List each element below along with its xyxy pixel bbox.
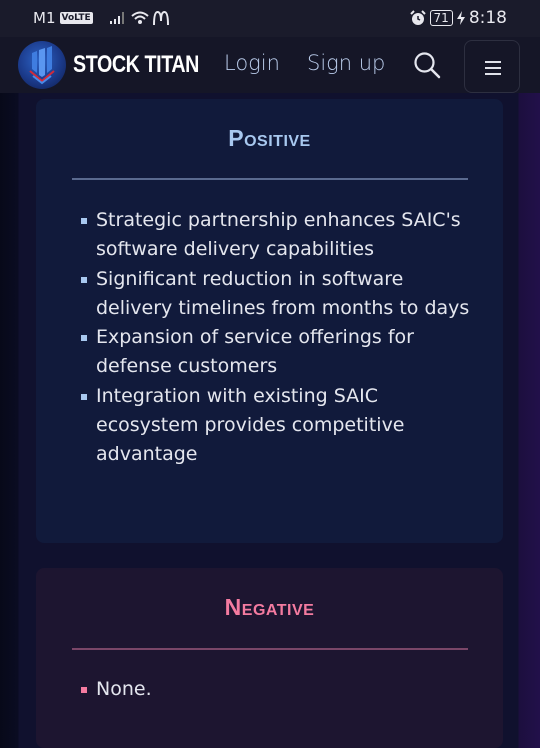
- status-bar-right: 71 8:18: [409, 8, 507, 28]
- list-item-text: Integration with existing SAIC ecosystem…: [96, 384, 405, 466]
- menu-button[interactable]: [464, 40, 520, 93]
- positive-title: Positive: [228, 125, 311, 151]
- positive-divider: [72, 178, 468, 180]
- negative-card: Negative None.: [36, 568, 503, 748]
- list-item: Integration with existing SAIC ecosystem…: [81, 382, 476, 470]
- volte-badge: VoLTE: [59, 12, 93, 24]
- negative-title: Negative: [224, 594, 315, 620]
- square-bullet-icon: [81, 335, 87, 342]
- bolt-icon: [456, 11, 465, 25]
- list-item: Significant reduction in software delive…: [81, 265, 476, 324]
- square-bullet-icon: [81, 687, 87, 693]
- wifi-icon: [131, 11, 149, 24]
- negative-list: None.: [81, 675, 476, 704]
- battery-indicator: 71: [429, 10, 453, 26]
- list-item-text: None.: [96, 678, 152, 700]
- signup-link[interactable]: Sign up: [307, 51, 385, 75]
- brand-name[interactable]: STOCK TITAN: [73, 51, 199, 79]
- carrier-label: M1: [33, 9, 56, 27]
- hamburger-line: [485, 73, 501, 75]
- signal-bars-icon: [109, 12, 124, 24]
- stock-titan-logo[interactable]: [18, 41, 66, 89]
- status-bar-left: M1 VoLTE: [33, 9, 169, 27]
- logo-chart-icon: [29, 46, 55, 85]
- list-item-text: Strategic partnership enhances SAIC's so…: [96, 209, 461, 261]
- search-icon[interactable]: [413, 51, 441, 79]
- mcdonalds-icon: [152, 11, 169, 25]
- square-bullet-icon: [81, 276, 87, 283]
- square-bullet-icon: [81, 218, 87, 224]
- square-bullet-icon: [81, 393, 87, 400]
- site-header: STOCK TITAN Login Sign up: [0, 37, 540, 93]
- hamburger-menu-icon: [485, 61, 501, 63]
- list-item-text: Significant reduction in software delive…: [96, 267, 470, 319]
- list-item: None.: [81, 675, 476, 704]
- status-bar: M1 VoLTE 71 8:18: [0, 0, 540, 37]
- alarm-icon: [409, 10, 426, 25]
- positive-list: Strategic partnership enhances SAIC's so…: [81, 206, 476, 470]
- positive-card: Positive Strategic partnership enhances …: [36, 99, 503, 543]
- clock: 8:18: [468, 8, 507, 28]
- negative-divider: [72, 648, 468, 650]
- list-item: Strategic partnership enhances SAIC's so…: [81, 206, 476, 265]
- list-item-text: Expansion of service offerings for defen…: [96, 326, 414, 378]
- hamburger-line: [485, 67, 501, 69]
- login-link[interactable]: Login: [224, 51, 280, 75]
- list-item: Expansion of service offerings for defen…: [81, 323, 476, 382]
